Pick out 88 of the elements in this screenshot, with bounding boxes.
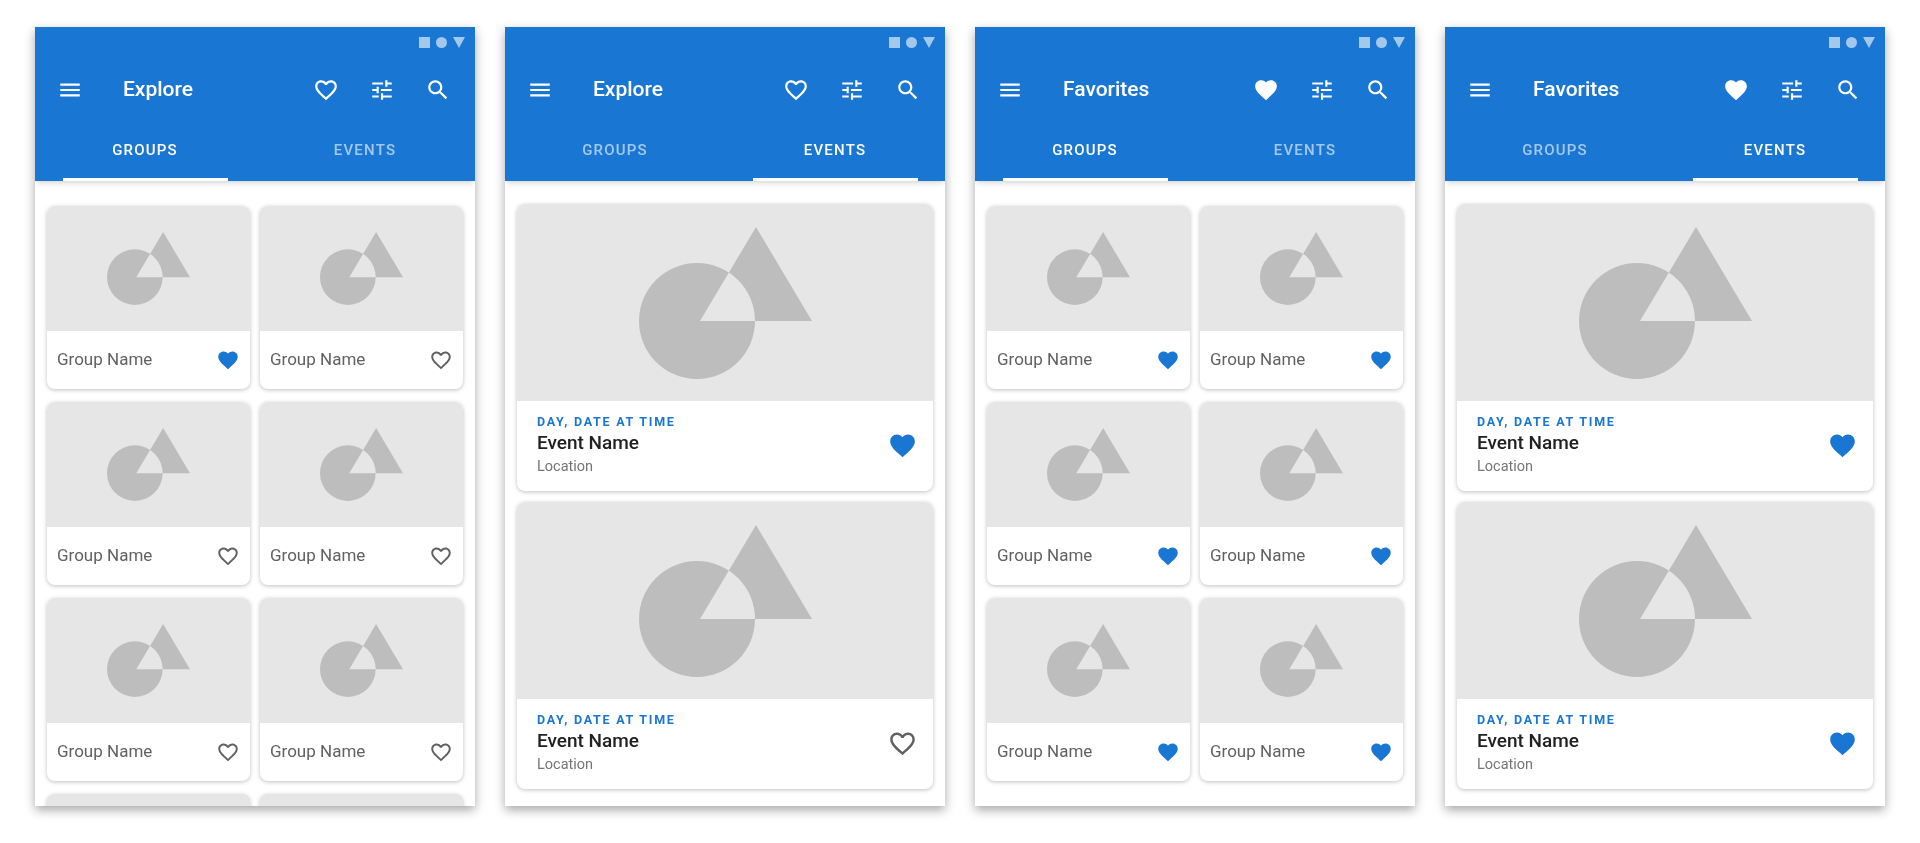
- image-placeholder-icon: [1260, 232, 1343, 305]
- group-card[interactable]: Group Name: [47, 598, 250, 781]
- heart-outline-icon[interactable]: [218, 546, 238, 566]
- image-placeholder-icon: [107, 428, 190, 501]
- heart-outline-icon[interactable]: [431, 350, 451, 370]
- event-date: DAY, DATE AT TIME: [537, 414, 676, 430]
- status-square-icon: [1359, 36, 1370, 48]
- image-placeholder-icon: [320, 232, 403, 305]
- status-triangle-icon: [1393, 36, 1405, 48]
- heart-icon[interactable]: [1158, 350, 1178, 370]
- heart-outline-icon[interactable]: [431, 742, 451, 762]
- screen-title: Favorites: [1063, 75, 1150, 103]
- group-card[interactable]: Group Name: [260, 206, 463, 389]
- event-name: Event Name: [1477, 430, 1581, 456]
- screen-title: Explore: [593, 75, 663, 103]
- tab[interactable]: EVENTS: [752, 122, 918, 181]
- status-square-icon: [889, 36, 900, 48]
- heart-icon[interactable]: [218, 350, 238, 370]
- image-placeholder-icon: [1578, 524, 1752, 677]
- heart-outline-icon[interactable]: [218, 742, 238, 762]
- image-placeholder-icon: [107, 624, 190, 697]
- image-placeholder-icon: [638, 226, 812, 379]
- group-card[interactable]: Group Name: [47, 206, 250, 389]
- heart-icon[interactable]: [890, 434, 915, 458]
- status-triangle-icon: [923, 36, 935, 48]
- image-placeholder-icon: [1260, 624, 1343, 697]
- group-name: Group Name: [1210, 348, 1306, 372]
- event-card[interactable]: DAY, DATE AT TIME Event Name Location: [517, 204, 933, 491]
- event-card[interactable]: DAY, DATE AT TIME Event Name Location: [517, 502, 933, 789]
- event-location: Location: [537, 755, 595, 775]
- event-date: DAY, DATE AT TIME: [1477, 414, 1616, 430]
- status-square-icon: [1829, 36, 1840, 48]
- image-placeholder-icon: [638, 524, 812, 677]
- tab[interactable]: GROUPS: [62, 122, 228, 181]
- status-triangle-icon: [453, 36, 465, 48]
- status-square-icon: [419, 36, 430, 48]
- heart-outline-icon[interactable]: [431, 546, 451, 566]
- event-location: Location: [537, 457, 595, 477]
- event-card[interactable]: DAY, DATE AT TIME Event Name Location: [1457, 502, 1873, 789]
- group-card[interactable]: Group Name: [987, 402, 1190, 585]
- group-name: Group Name: [270, 740, 366, 764]
- group-card[interactable]: Group Name: [1200, 402, 1403, 585]
- screen-title: Favorites: [1533, 75, 1620, 103]
- status-triangle-icon: [1863, 36, 1875, 48]
- group-name: Group Name: [57, 348, 153, 372]
- image-placeholder-icon: [1578, 226, 1752, 379]
- group-card[interactable]: Group Name: [260, 598, 463, 781]
- event-date: DAY, DATE AT TIME: [1477, 712, 1616, 728]
- event-location: Location: [1477, 457, 1535, 477]
- group-name: Group Name: [270, 348, 366, 372]
- group-card[interactable]: Group Name: [260, 402, 463, 585]
- group-name: Group Name: [57, 544, 153, 568]
- tab[interactable]: GROUPS: [1002, 122, 1168, 181]
- image-placeholder-icon: [107, 232, 190, 305]
- group-name: Group Name: [57, 740, 153, 764]
- group-card[interactable]: Group Name: [987, 206, 1190, 389]
- heart-icon[interactable]: [1158, 742, 1178, 762]
- image-placeholder-icon: [1047, 428, 1130, 501]
- image-placeholder-icon: [1260, 428, 1343, 501]
- group-card[interactable]: Group Name: [47, 402, 250, 585]
- event-name: Event Name: [537, 430, 641, 456]
- heart-icon[interactable]: [1371, 350, 1391, 370]
- heart-icon[interactable]: [1371, 742, 1391, 762]
- image-placeholder-icon: [320, 624, 403, 697]
- group-card[interactable]: Group Name: [1200, 206, 1403, 389]
- image-placeholder-icon: [1047, 624, 1130, 697]
- group-name: Group Name: [997, 740, 1093, 764]
- group-card[interactable]: Group Name: [987, 598, 1190, 781]
- group-name: Group Name: [997, 348, 1093, 372]
- heart-icon[interactable]: [1158, 546, 1178, 566]
- heart-icon[interactable]: [1830, 434, 1855, 458]
- group-name: Group Name: [1210, 740, 1306, 764]
- group-name: Group Name: [1210, 544, 1306, 568]
- heart-outline-icon[interactable]: [890, 732, 915, 756]
- group-name: Group Name: [270, 544, 366, 568]
- heart-icon[interactable]: [1371, 546, 1391, 566]
- image-placeholder-icon: [1047, 232, 1130, 305]
- event-name: Event Name: [537, 728, 641, 754]
- event-date: DAY, DATE AT TIME: [537, 712, 676, 728]
- group-name: Group Name: [997, 544, 1093, 568]
- tab[interactable]: EVENTS: [1692, 122, 1858, 181]
- image-placeholder-icon: [320, 428, 403, 501]
- group-card[interactable]: Group Name: [1200, 598, 1403, 781]
- screen-title: Explore: [123, 75, 193, 103]
- heart-icon[interactable]: [1830, 732, 1855, 756]
- event-card[interactable]: DAY, DATE AT TIME Event Name Location: [1457, 204, 1873, 491]
- event-name: Event Name: [1477, 728, 1581, 754]
- event-location: Location: [1477, 755, 1535, 775]
